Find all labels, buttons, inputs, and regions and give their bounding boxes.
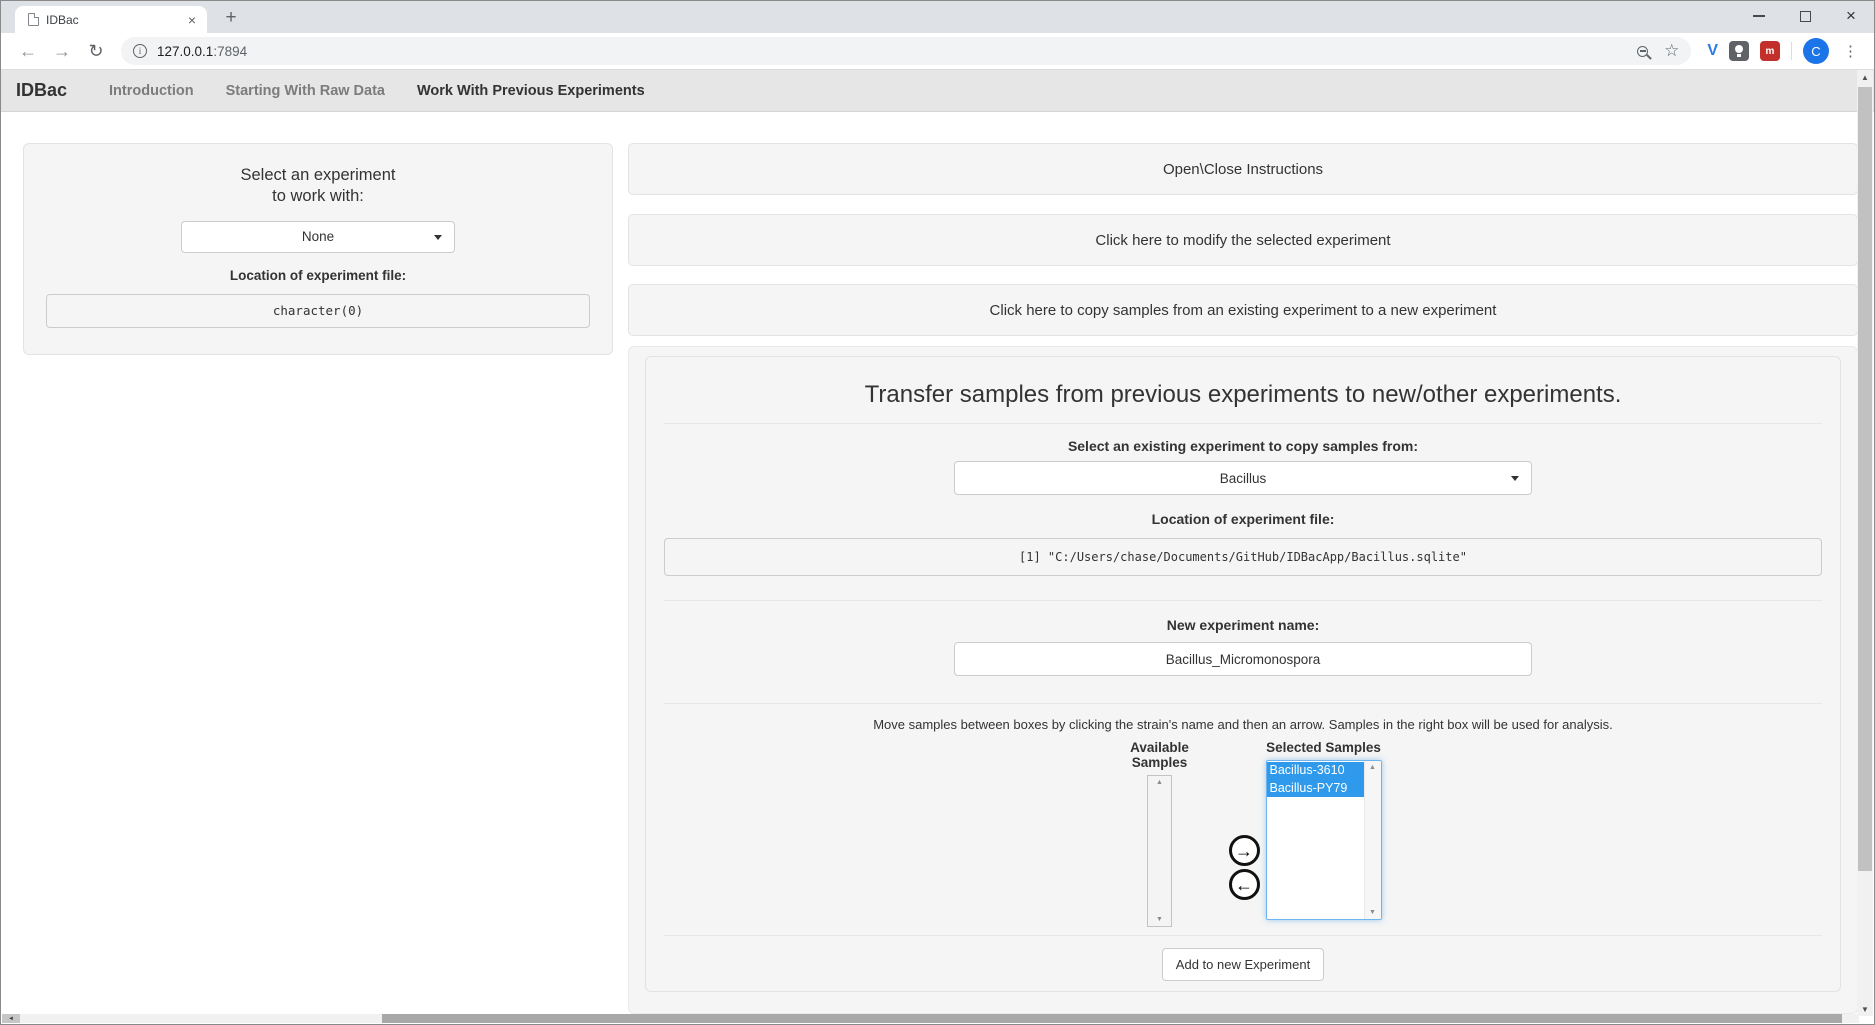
reload-button[interactable]: ↻ [82, 37, 110, 65]
zoom-handle-mark [1646, 54, 1652, 60]
divider [664, 423, 1822, 424]
close-icon: × [1846, 6, 1856, 26]
toolbar-divider [1791, 42, 1792, 60]
page-favicon-icon [28, 13, 39, 26]
location-value-box: character(0) [46, 294, 590, 328]
url-text[interactable]: 127.0.0.1:7894 [157, 44, 247, 59]
app-navbar: IDBac Introduction Starting With Raw Dat… [1, 70, 1874, 112]
new-tab-button[interactable]: + [219, 7, 243, 29]
vertical-scrollbar-thumb[interactable] [1858, 87, 1872, 871]
scroll-left-icon[interactable]: ◄ [2, 1014, 20, 1023]
move-left-button[interactable]: ← [1229, 869, 1260, 900]
minimize-button[interactable] [1736, 1, 1782, 31]
browser-window: IDBac × + × ← → ↻ i 127.0.0.1:7894 ☆ V m… [0, 0, 1875, 1025]
app-brand[interactable]: IDBac [16, 80, 67, 101]
divider [664, 935, 1822, 936]
move-arrows: → ← [1229, 835, 1260, 900]
horizontal-scrollbar[interactable]: ◄ [2, 1014, 1859, 1023]
experiment-dropdown-value: None [302, 229, 334, 244]
close-button[interactable]: × [1828, 1, 1874, 31]
move-right-button[interactable]: → [1229, 835, 1260, 866]
experiment-dropdown[interactable]: None [181, 221, 455, 253]
extension-v-icon[interactable]: V [1707, 42, 1718, 60]
move-samples-instructions: Move samples between boxes by clicking t… [646, 717, 1840, 732]
scroll-down-icon[interactable]: ▼ [1857, 1005, 1873, 1014]
file-location-label: Location of experiment file: [646, 511, 1840, 527]
selected-samples-items: Bacillus-3610 Bacillus-PY79 [1267, 761, 1364, 919]
scroll-down-icon[interactable]: ▼ [1156, 916, 1163, 923]
extensions-area: V m C [1707, 38, 1829, 64]
scroll-up-icon[interactable]: ▲ [1156, 779, 1163, 786]
back-button[interactable]: ← [14, 37, 42, 65]
copy-from-label: Select an existing experiment to copy sa… [646, 438, 1840, 454]
nav-tab-work-with-previous-experiments[interactable]: Work With Previous Experiments [401, 83, 661, 99]
transfer-card: Transfer samples from previous experimen… [645, 356, 1841, 992]
vertical-scrollbar[interactable]: ▲ ▼ [1857, 70, 1873, 1016]
copy-from-dropdown[interactable]: Bacillus [954, 461, 1532, 495]
listbox-scrollbar[interactable]: ▲ ▼ [1364, 761, 1381, 919]
scroll-up-icon[interactable]: ▲ [1369, 764, 1376, 771]
scroll-down-icon[interactable]: ▼ [1369, 909, 1376, 916]
available-samples-label: Available Samples [1105, 740, 1215, 770]
zoom-out-icon[interactable] [1637, 46, 1648, 57]
transfer-heading: Transfer samples from previous experimen… [646, 381, 1840, 409]
sample-chooser: Available Samples ▲ ▼ → ← Selected Sampl… [646, 740, 1840, 921]
profile-avatar[interactable]: C [1803, 38, 1829, 64]
copy-samples-panel: Transfer samples from previous experimen… [628, 346, 1858, 1014]
new-experiment-name-input[interactable] [954, 642, 1532, 676]
scroll-up-icon[interactable]: ▲ [1857, 73, 1873, 82]
nav-tab-introduction[interactable]: Introduction [93, 83, 210, 99]
available-samples-column: Available Samples ▲ ▼ [1105, 740, 1215, 927]
tab-title: IDBac [46, 13, 185, 27]
selected-samples-label: Selected Samples [1266, 740, 1382, 755]
divider [664, 703, 1822, 704]
maximize-icon [1800, 11, 1811, 22]
list-item[interactable]: Bacillus-3610 [1267, 762, 1364, 780]
url-port: :7894 [213, 44, 247, 59]
available-samples-listbox[interactable]: ▲ ▼ [1147, 775, 1172, 927]
toggle-instructions-bar[interactable]: Open\Close Instructions [628, 143, 1858, 195]
copy-samples-bar[interactable]: Click here to copy samples from an exist… [628, 284, 1858, 336]
right-column: Open\Close Instructions Click here to mo… [628, 143, 1858, 1014]
chevron-down-icon [1511, 476, 1519, 481]
forward-button[interactable]: → [48, 37, 76, 65]
new-experiment-name-label: New experiment name: [646, 617, 1840, 633]
minimize-icon [1753, 15, 1765, 17]
modify-experiment-bar[interactable]: Click here to modify the selected experi… [628, 214, 1858, 266]
selected-samples-listbox[interactable]: Bacillus-3610 Bacillus-PY79 ▲ ▼ [1266, 760, 1382, 920]
experiment-select-title: Select an experiment to work with: [24, 165, 612, 208]
maximize-button[interactable] [1782, 1, 1828, 31]
copy-from-dropdown-value: Bacillus [1220, 471, 1267, 486]
selected-samples-column: Selected Samples Bacillus-3610 Bacillus-… [1266, 740, 1382, 920]
location-label: Location of experiment file: [24, 268, 612, 283]
list-item[interactable]: Bacillus-PY79 [1267, 780, 1364, 798]
experiment-select-title-line1: Select an experiment [24, 165, 612, 186]
horizontal-scrollbar-thumb[interactable] [382, 1014, 1842, 1023]
browser-titlebar: IDBac × + × [1, 1, 1874, 33]
tab-close-icon[interactable]: × [185, 12, 199, 28]
browser-menu-icon[interactable]: ⋮ [1843, 42, 1858, 60]
browser-tab[interactable]: IDBac × [15, 6, 207, 33]
window-controls: × [1736, 1, 1874, 33]
browser-toolbar: ← → ↻ i 127.0.0.1:7894 ☆ V m C ⋮ [1, 33, 1874, 70]
divider [664, 600, 1822, 601]
chevron-down-icon [434, 235, 442, 240]
extension-lightbulb-icon[interactable] [1729, 41, 1749, 61]
address-bar[interactable]: i 127.0.0.1:7894 ☆ [121, 37, 1691, 65]
extension-red-icon[interactable]: m [1760, 41, 1780, 61]
page-body: Select an experiment to work with: None … [1, 112, 1874, 1025]
add-to-new-experiment-button[interactable]: Add to new Experiment [1162, 948, 1324, 981]
nav-tab-starting-with-raw-data[interactable]: Starting With Raw Data [210, 83, 401, 99]
zoom-minus-mark [1640, 50, 1646, 52]
experiment-select-panel: Select an experiment to work with: None … [23, 143, 613, 355]
bookmark-star-icon[interactable]: ☆ [1664, 41, 1679, 61]
url-host: 127.0.0.1 [157, 44, 213, 59]
file-location-value-box: [1] "C:/Users/chase/Documents/GitHub/IDB… [664, 538, 1822, 576]
experiment-select-title-line2: to work with: [24, 186, 612, 207]
site-info-icon[interactable]: i [133, 44, 147, 58]
